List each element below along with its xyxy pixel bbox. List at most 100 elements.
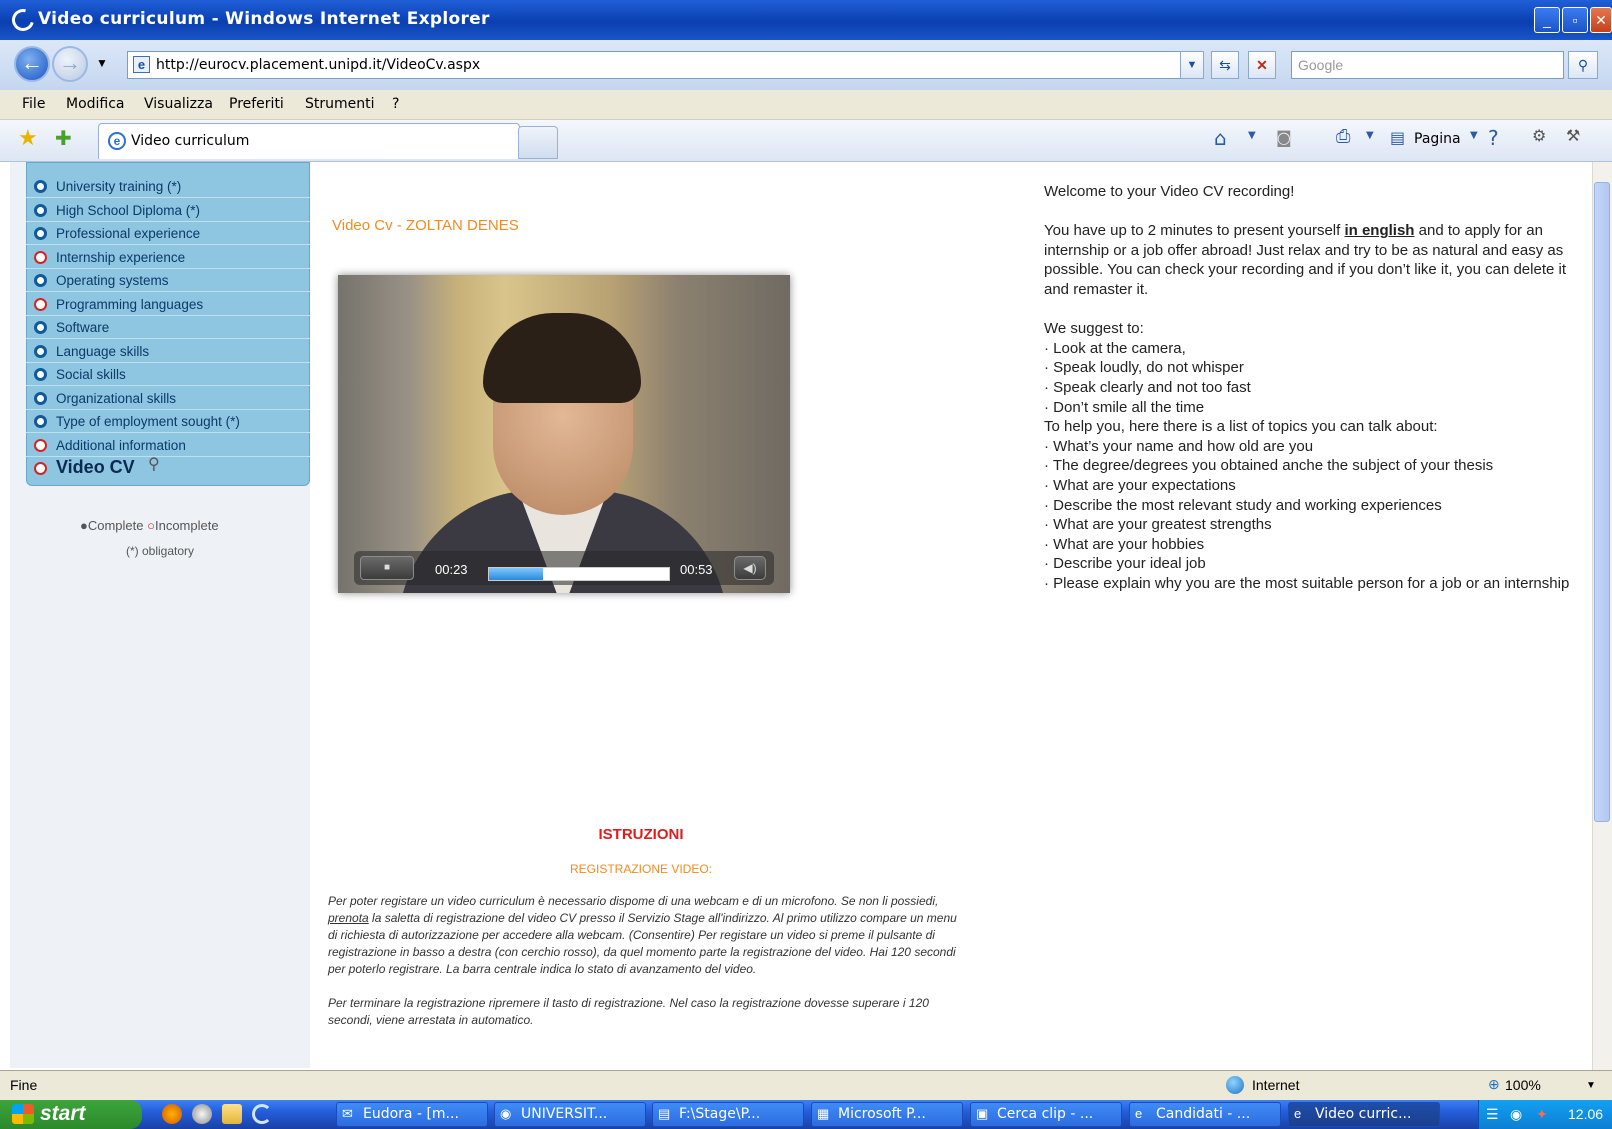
restore-button[interactable]: ▫: [1562, 7, 1588, 33]
scrollbar-thumb[interactable]: [1594, 182, 1610, 822]
legend-complete: Complete: [87, 518, 144, 533]
topic-item: · Describe the most relevant study and w…: [1044, 496, 1442, 514]
welcome-text: Welcome to your Video CV recording!: [1044, 183, 1295, 200]
add-favorite-icon[interactable]: ✚: [55, 126, 72, 150]
address-dropdown-icon[interactable]: ▼: [1180, 51, 1204, 79]
print-dropdown-icon[interactable]: ▼: [1366, 130, 1374, 141]
obligatory-note: (*) obligatory: [126, 544, 195, 558]
stop-button[interactable]: ■: [360, 556, 414, 580]
security-zone[interactable]: Internet: [1252, 1077, 1299, 1093]
page-menu[interactable]: Pagina: [1414, 131, 1461, 147]
minimize-button[interactable]: _: [1534, 7, 1560, 33]
windows-logo-icon: [12, 1104, 34, 1124]
topics-heading: To help you, here there is a list of top…: [1044, 418, 1438, 436]
stop-icon[interactable]: ✕: [1248, 51, 1276, 79]
status-complete-icon: [34, 321, 47, 334]
chrome-quicklaunch-icon[interactable]: [192, 1104, 212, 1124]
legend: ●Complete ○Incomplete: [80, 518, 219, 533]
search-input[interactable]: Google: [1291, 51, 1564, 79]
search-icon[interactable]: ⚲: [1568, 51, 1598, 79]
nav-item[interactable]: Language skills: [26, 340, 310, 363]
menu-strumenti[interactable]: Strumenti: [305, 96, 375, 112]
task-app-icon: ◉: [500, 1106, 512, 1121]
nav-item[interactable]: Organizational skills: [26, 387, 310, 410]
taskbar-task[interactable]: Candidati - ...: [1129, 1102, 1281, 1127]
istruzioni-heading: ISTRUZIONI: [598, 826, 684, 843]
close-button[interactable]: ✕: [1590, 7, 1612, 33]
topic-item: · Please explain why you are the most su…: [1044, 574, 1570, 592]
nav-item[interactable]: University training (*): [26, 175, 310, 198]
tab-video-curriculum[interactable]: Video curriculum: [98, 123, 520, 159]
history-dropdown-icon[interactable]: ▼: [96, 56, 108, 70]
tray-keyboard-icon[interactable]: ☰: [1486, 1106, 1499, 1123]
english-link[interactable]: in english: [1344, 222, 1414, 239]
ie-tab-icon: e: [108, 132, 126, 150]
status-complete-icon: [34, 227, 47, 240]
nav-item[interactable]: Programming languages: [26, 293, 310, 316]
nav-item[interactable]: Internship experience: [26, 246, 310, 269]
nav-item[interactable]: High School Diploma (*): [26, 199, 310, 222]
zoom-dropdown-icon[interactable]: ▼: [1586, 1080, 1596, 1091]
istruzioni-p2: Per terminare la registrazione ripremere…: [328, 996, 929, 1027]
menu-help[interactable]: ?: [392, 96, 399, 112]
page-menu-icon: ▤: [1390, 128, 1406, 147]
p1-pre: Per poter registare un video curriculum …: [328, 894, 939, 908]
ie-quicklaunch-icon[interactable]: [252, 1104, 272, 1124]
help-icon[interactable]: ?: [1488, 126, 1499, 150]
video-player[interactable]: ■ 00:23 00:53 ◀): [338, 275, 790, 593]
tools-icon[interactable]: ⚒: [1566, 126, 1580, 145]
nav-item[interactable]: Professional experience: [26, 222, 310, 245]
research-icon[interactable]: ⚙: [1532, 126, 1546, 145]
home-dropdown-icon[interactable]: ▼: [1248, 130, 1256, 141]
address-input[interactable]: http://eurocv.placement.unipd.it/VideoCv…: [127, 51, 1185, 79]
taskbar-task[interactable]: Video curric...: [1288, 1102, 1440, 1127]
suggestion-item: · Look at the camera,: [1044, 339, 1186, 357]
taskbar-task[interactable]: UNIVERSIT...: [494, 1102, 646, 1127]
volume-icon[interactable]: ◀): [734, 556, 766, 580]
new-tab-button[interactable]: [518, 126, 558, 159]
task-app-icon: ✉: [342, 1106, 353, 1121]
taskbar-task[interactable]: Eudora - [m...: [336, 1102, 488, 1127]
status-complete-icon: [34, 274, 47, 287]
firefox-quicklaunch-icon[interactable]: [162, 1104, 182, 1124]
page-dropdown-icon[interactable]: ▼: [1470, 130, 1478, 141]
forward-button[interactable]: →: [52, 46, 88, 82]
taskbar-task[interactable]: Microsoft P...: [811, 1102, 963, 1127]
refresh-icon[interactable]: ⇆: [1211, 51, 1239, 79]
home-icon[interactable]: ⌂: [1214, 126, 1227, 150]
task-app-icon: e: [1135, 1106, 1143, 1121]
topic-item: · What are your expectations: [1044, 476, 1236, 494]
progress-bar[interactable]: [488, 567, 670, 581]
taskbar-task[interactable]: Cerca clip - ...: [970, 1102, 1122, 1127]
menu-modifica[interactable]: Modifica: [66, 96, 125, 112]
status-bar: [0, 1070, 1612, 1100]
nav-item[interactable]: Software: [26, 316, 310, 339]
nav-item[interactable]: Type of employment sought (*): [26, 410, 310, 433]
favorites-star-icon[interactable]: ★: [18, 126, 38, 151]
tray-network-icon[interactable]: ◉: [1510, 1106, 1522, 1123]
zoom-level[interactable]: 100%: [1505, 1077, 1541, 1093]
window-title: Video curriculum - Windows Internet Expl…: [38, 9, 490, 29]
current-time: 00:23: [435, 562, 468, 577]
task-app-icon: e: [1294, 1106, 1302, 1121]
suggestion-item: · Speak clearly and not too fast: [1044, 378, 1251, 396]
nav-video-cv[interactable]: Video CV: [56, 457, 135, 478]
registrazione-subheading: REGISTRAZIONE VIDEO:: [569, 862, 713, 876]
status-complete-icon: [34, 344, 47, 358]
nav-item[interactable]: Social skills: [26, 363, 310, 386]
menu-file[interactable]: File: [22, 96, 45, 112]
internet-globe-icon: [1226, 1076, 1244, 1094]
menu-preferiti[interactable]: Preferiti: [229, 96, 284, 112]
folder-quicklaunch-icon[interactable]: [222, 1104, 242, 1124]
taskbar-task[interactable]: F:\Stage\P...: [652, 1102, 804, 1127]
suggestions-list: · Look at the camera, · Speak loudly, do …: [1044, 339, 1589, 417]
print-icon[interactable]: ⎙: [1336, 126, 1350, 147]
tray-alert-icon[interactable]: ✦: [1536, 1106, 1548, 1123]
topic-item: · Describe your ideal job: [1044, 555, 1206, 573]
nav-item[interactable]: Additional information: [26, 434, 310, 457]
back-button[interactable]: ←: [14, 46, 50, 82]
feeds-icon[interactable]: ◙: [1276, 128, 1292, 147]
menu-visualizza[interactable]: Visualizza: [144, 96, 213, 112]
nav-item[interactable]: Operating systems: [26, 269, 310, 292]
prenota-link[interactable]: prenota: [328, 911, 369, 925]
